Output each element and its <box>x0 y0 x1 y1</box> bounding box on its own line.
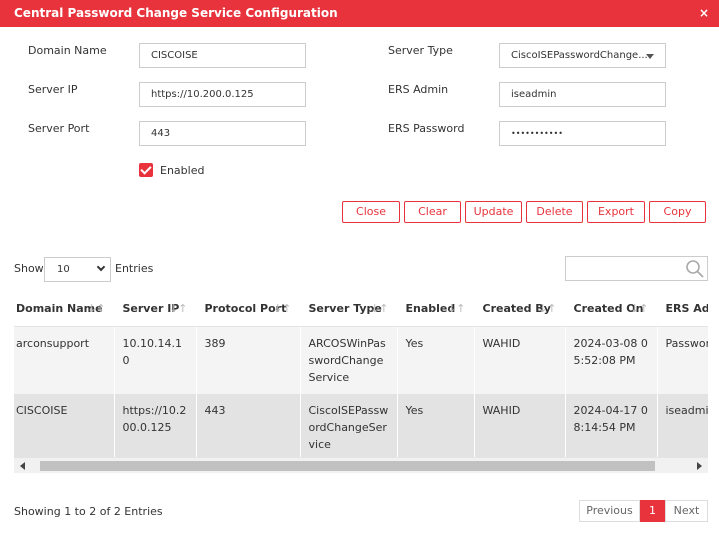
server-ip-input[interactable]: https://10.200.0.125 <box>139 82 306 107</box>
server-port-input[interactable]: 443 <box>139 121 306 146</box>
server-type-select[interactable]: CiscoISEPasswordChange... <box>499 43 666 68</box>
cell-server-type: CiscoISEPasswordChangeService <box>300 393 398 457</box>
enabled-label: Enabled <box>160 164 205 177</box>
sort-icon[interactable]: ↓↑ <box>630 302 648 315</box>
cell-enabled: Yes <box>397 326 475 394</box>
table-header-row: Domain Name ↓↑ Server IP ↓↑ Protocol Port ↓… <box>14 292 708 327</box>
clear-button[interactable]: Clear <box>404 201 461 223</box>
close-button[interactable]: Close <box>342 201 400 223</box>
column-header-ers-admin[interactable]: ERS Adm <box>657 292 708 327</box>
ers-admin-input[interactable]: iseadmin <box>499 82 666 107</box>
scrollbar-thumb[interactable] <box>40 461 655 471</box>
column-header-server-ip[interactable]: Server IP ↓↑ <box>114 292 197 327</box>
close-icon[interactable]: × <box>699 6 709 20</box>
cell-created-by: WAHID <box>474 393 566 457</box>
server-type-label: Server Type <box>388 44 453 57</box>
copy-button[interactable]: Copy <box>649 201 706 223</box>
column-header-server-type[interactable]: Server Type ↓↑ <box>300 292 398 327</box>
export-button[interactable]: Export <box>587 201 645 223</box>
table-row[interactable]: arconsupport 10.10.14.10 389 ARCOSWinPas… <box>14 326 708 394</box>
cell-domain-name: arconsupport <box>14 326 115 394</box>
page-1-button[interactable]: 1 <box>640 500 665 522</box>
sort-icon[interactable]: ↓↑ <box>273 302 291 315</box>
cell-ers-admin: Password <box>657 326 708 394</box>
server-type-value: CiscoISEPasswordChange... <box>511 50 648 61</box>
horizontal-scrollbar[interactable] <box>14 457 708 473</box>
cell-server-ip: 10.10.14.10 <box>114 326 197 394</box>
table-info-text: Showing 1 to 2 of 2 Entries <box>14 505 163 518</box>
column-header-enabled[interactable]: Enabled ↓↑ <box>397 292 475 327</box>
dialog-title: Central Password Change Service Configur… <box>14 6 338 20</box>
search-icon[interactable] <box>685 259 705 279</box>
chevron-down-icon <box>96 262 106 272</box>
cell-protocol-port: 443 <box>196 393 301 457</box>
sort-icon[interactable]: ↓↑ <box>538 302 556 315</box>
cell-domain-name: CISCOISE <box>14 393 115 457</box>
cell-server-ip: https://10.200.0.125 <box>114 393 197 457</box>
sort-icon[interactable]: ↓↑ <box>169 302 187 315</box>
scroll-left-icon[interactable] <box>20 462 25 470</box>
show-label: Show <box>14 262 44 275</box>
cell-created-on: 2024-03-08 05:52:08 PM <box>565 326 658 394</box>
cell-protocol-port: 389 <box>196 326 301 394</box>
next-page-button[interactable]: Next <box>665 500 708 522</box>
ers-admin-label: ERS Admin <box>388 83 449 96</box>
sort-icon[interactable]: ↓↑ <box>447 302 465 315</box>
entries-label: Entries <box>115 262 154 275</box>
cell-created-on: 2024-04-17 08:14:54 PM <box>565 393 658 457</box>
search-input[interactable] <box>565 256 708 281</box>
ers-password-input[interactable]: ••••••••••• <box>499 121 666 146</box>
sort-icon[interactable]: ↓↑ <box>87 302 105 315</box>
column-header-protocol-port[interactable]: Protocol Port ↓↑ <box>196 292 301 327</box>
enabled-checkbox[interactable] <box>139 163 153 177</box>
column-header-created-by[interactable]: Created By ↓↑ <box>474 292 566 327</box>
table-row[interactable]: CISCOISE https://10.200.0.125 443 CiscoI… <box>14 393 708 457</box>
delete-button[interactable]: Delete <box>526 201 583 223</box>
previous-page-button[interactable]: Previous <box>579 500 640 522</box>
server-port-label: Server Port <box>28 122 90 135</box>
page-size-select[interactable]: 10 <box>44 257 111 282</box>
column-header-created-on[interactable]: Created On ↓↑ <box>565 292 658 327</box>
domain-name-label: Domain Name <box>28 44 107 57</box>
cell-enabled: Yes <box>397 393 475 457</box>
sort-icon[interactable]: ↓↑ <box>370 302 388 315</box>
caret-down-icon <box>646 54 654 59</box>
cell-created-by: WAHID <box>474 326 566 394</box>
ers-password-label: ERS Password <box>388 122 465 135</box>
column-header-domain-name[interactable]: Domain Name ↓↑ <box>14 292 115 327</box>
scroll-right-icon[interactable] <box>697 462 702 470</box>
dialog-titlebar: Central Password Change Service Configur… <box>0 0 719 27</box>
page-size-value: 10 <box>57 264 70 275</box>
data-table: Domain Name ↓↑ Server IP ↓↑ Protocol Port ↓… <box>14 292 708 457</box>
server-ip-label: Server IP <box>28 83 78 96</box>
cell-server-type: ARCOSWinPasswordChangeService <box>300 326 398 394</box>
update-button[interactable]: Update <box>465 201 522 223</box>
cell-ers-admin: iseadmin <box>657 393 708 457</box>
domain-name-input[interactable]: CISCOISE <box>139 43 306 68</box>
